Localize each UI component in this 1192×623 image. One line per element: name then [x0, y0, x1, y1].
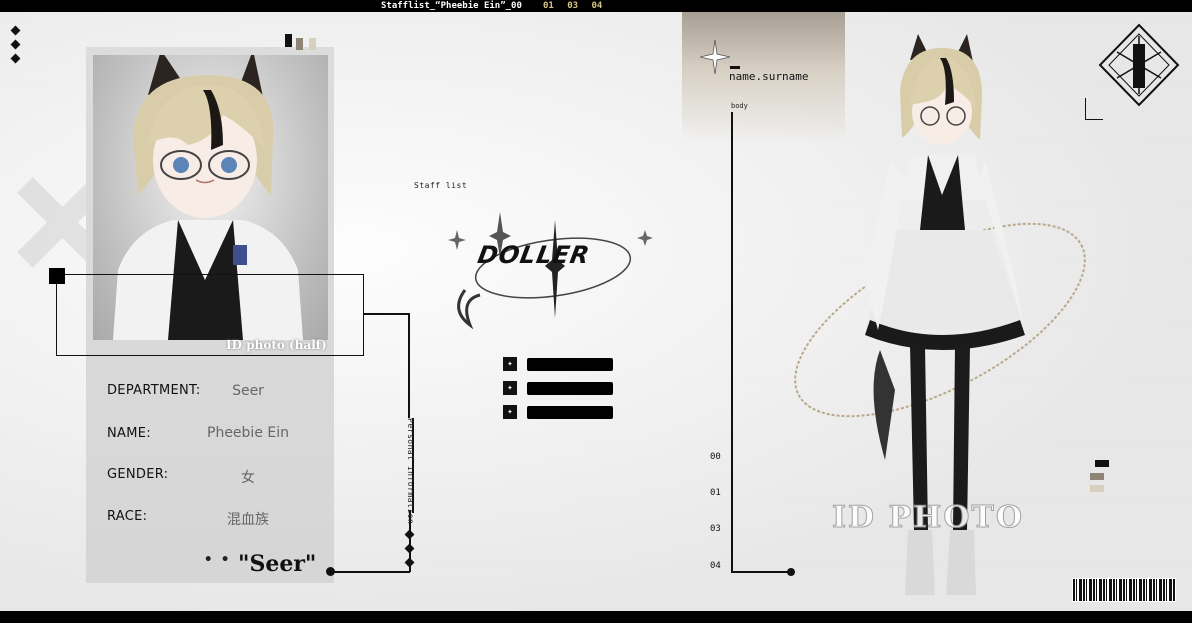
- connector-line: [408, 313, 410, 418]
- name-value: Pheebie Ein: [207, 425, 289, 441]
- race-value: 混血族: [227, 512, 269, 528]
- bottom-bar: [0, 611, 1192, 623]
- timeline-number: 04: [710, 561, 721, 571]
- id-photo-label: ID PHOTO: [832, 500, 1024, 536]
- gender-value: 女: [241, 470, 255, 486]
- name-label: NAME:: [107, 426, 151, 441]
- sparkle-icon: ✦: [503, 357, 517, 371]
- redacted-bar: [527, 406, 613, 419]
- diamond-icon: [404, 557, 415, 568]
- timeline-line: [731, 112, 733, 572]
- vertical-caption: Personal information: [406, 418, 415, 525]
- color-swatch-brown: [296, 38, 303, 50]
- sparkle-icon: [700, 40, 730, 74]
- timeline-number: 03: [710, 524, 721, 534]
- redacted-bar: [527, 358, 613, 371]
- logo-text: DOLLER: [475, 241, 593, 269]
- diamond-icon: [10, 25, 21, 36]
- color-swatch-beige: [309, 38, 316, 50]
- diamond-icon: [10, 39, 21, 50]
- name-dash: [730, 66, 740, 69]
- department-label: DEPARTMENT:: [107, 383, 201, 398]
- timeline-number: 00: [710, 452, 721, 462]
- color-swatch-dark: [285, 34, 292, 47]
- sparkle-icon: ✦: [503, 405, 517, 419]
- header-numbers: 01 03 04: [543, 1, 603, 11]
- body-label: body: [731, 102, 748, 110]
- color-swatch-dark: [1095, 460, 1109, 467]
- gender-label: GENDER:: [107, 467, 169, 482]
- header-title: Stafflist_“Pheebie Ein”_00: [381, 1, 522, 11]
- connector-dot: [326, 567, 335, 576]
- redacted-bar: [527, 382, 613, 395]
- quote-text: "Seer": [238, 551, 317, 577]
- timeline-number: 01: [710, 488, 721, 498]
- race-label: RACE:: [107, 509, 148, 524]
- connector-line: [364, 313, 409, 315]
- diamond-icon: [404, 543, 415, 554]
- sparkle-icon: ✦: [503, 381, 517, 395]
- connector-line: [330, 571, 410, 573]
- quote-dots: • •: [204, 552, 230, 568]
- top-bar: Stafflist_“Pheebie Ein”_00 01 03 04: [0, 0, 1192, 12]
- emblem-icon: [1098, 23, 1180, 107]
- barcode: [1072, 578, 1176, 602]
- stafflist-label: Staff list: [414, 181, 468, 190]
- corner-bracket: [1085, 98, 1103, 120]
- diamond-icon: [404, 529, 415, 540]
- frame-anchor-square: [49, 268, 65, 284]
- diamond-icon: [10, 53, 21, 64]
- department-value: Seer: [232, 383, 264, 399]
- color-swatch-brown: [1090, 473, 1104, 480]
- color-swatch-beige: [1090, 485, 1104, 492]
- selection-frame: [56, 274, 364, 356]
